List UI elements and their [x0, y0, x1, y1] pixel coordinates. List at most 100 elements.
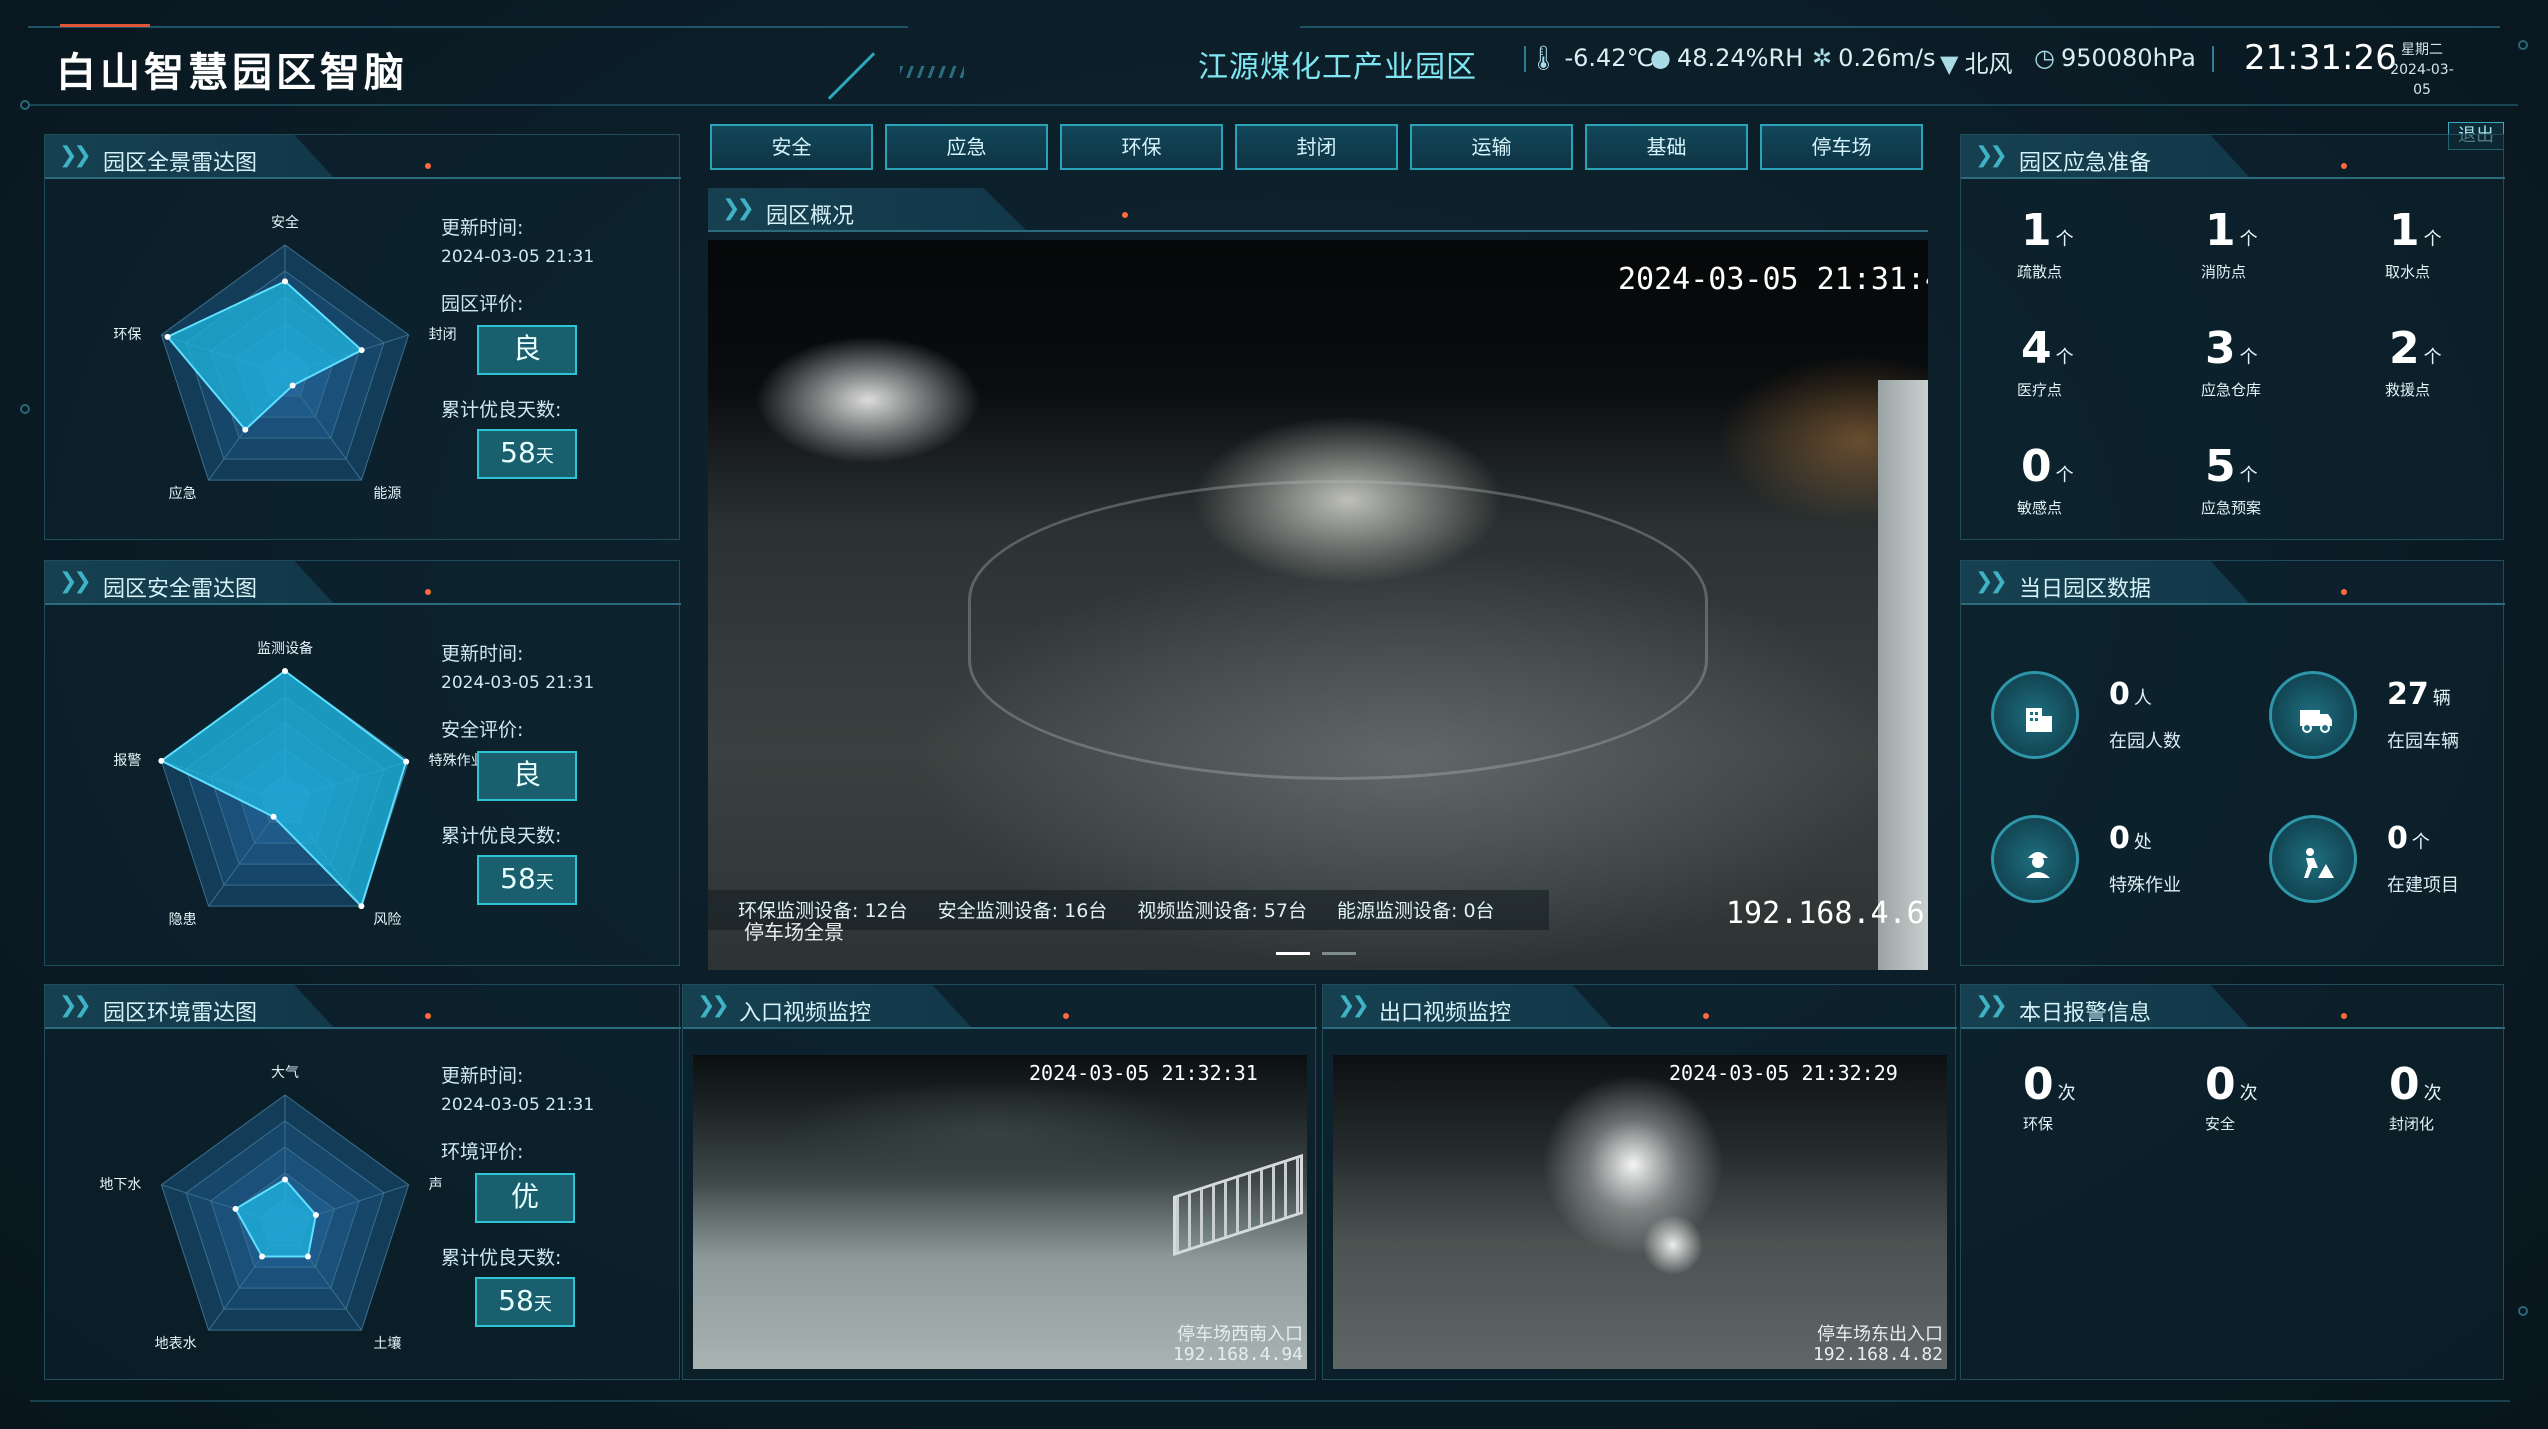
- radar-point: [158, 757, 165, 764]
- count-unit: 次: [2423, 1083, 2442, 1104]
- nav-button[interactable]: 应急: [885, 124, 1048, 170]
- nav-button[interactable]: 安全: [710, 124, 873, 170]
- gauge-icon: ◷: [2034, 44, 2055, 72]
- panel-entrance: ❯❯ 入口视频监控 2024-03-05 21:32:31 停车场西南入口 19…: [682, 984, 1317, 1380]
- rating-badge: 优: [475, 1173, 575, 1223]
- emergency-label: 医疗点: [2017, 381, 2063, 399]
- camera-caption: 停车场东出入口 192.168.4.82: [1813, 1325, 1943, 1365]
- panel-safety-radar: ❯❯ 园区安全雷达图 监测设备 特殊作业 风险 隐患 报警 更新时间: 2024-03-…: [44, 560, 681, 966]
- safety-radar-chart: 监测设备特殊作业风险隐患报警: [113, 640, 484, 928]
- wind-arrow-icon: ▼: [1940, 50, 1959, 78]
- days-badge: 58天: [475, 1277, 575, 1327]
- emergency-label: 应急仓库: [2201, 381, 2262, 399]
- radar-point: [282, 278, 288, 285]
- rating-label: 环境评价:: [441, 1141, 524, 1163]
- frame-dot: [2518, 40, 2528, 50]
- gate-shape: [1173, 1153, 1303, 1257]
- chevron-double-icon: ❯❯: [59, 143, 92, 168]
- alarm-label: 封闭化: [2389, 1115, 2435, 1133]
- park-name[interactable]: 江源煤化工产业园区: [1198, 42, 1477, 86]
- days-unit: 天: [533, 1294, 552, 1315]
- radar-point: [259, 1253, 266, 1260]
- exit-camera[interactable]: 2024-03-05 21:32:29 停车场东出入口 192.168.4.82: [1333, 1055, 1947, 1369]
- date: 2024-03-05: [2390, 62, 2454, 98]
- count-value: 0: [2021, 441, 2052, 492]
- temperature-readout: 🌡 -6.42℃: [1528, 44, 1654, 72]
- rating-label: 安全评价:: [441, 719, 524, 741]
- nav-button[interactable]: 封闭: [1235, 124, 1398, 170]
- radar-point: [358, 903, 365, 910]
- emergency-label: 救援点: [2385, 381, 2431, 399]
- radar-point: [403, 758, 410, 765]
- pager-dot[interactable]: [1322, 952, 1356, 955]
- nav-button[interactable]: 停车场: [1760, 124, 1923, 170]
- daily-count[interactable]: 0人: [2109, 677, 2152, 712]
- radar-axis-label: 声: [429, 1177, 443, 1193]
- overview-title: ❯❯ 园区概况: [708, 188, 1928, 232]
- daily-label: 在园人数: [2109, 731, 2181, 752]
- chevron-double-icon: ❯❯: [59, 569, 92, 594]
- pressure-value: 950080hPa: [2060, 44, 2196, 72]
- radar-axis-label: 环保: [113, 327, 141, 343]
- emergency-count[interactable]: 3个: [2205, 323, 2258, 374]
- emergency-count[interactable]: 1个: [2389, 205, 2442, 256]
- daily-label: 特殊作业: [2109, 875, 2181, 896]
- alarm-label: 环保: [2023, 1115, 2054, 1133]
- radar-point: [282, 1176, 288, 1183]
- radar-axis-label: 大气: [271, 1065, 299, 1081]
- date-block: 星期二 2024-03-05: [2384, 40, 2460, 100]
- emergency-count[interactable]: 0个: [2021, 441, 2074, 492]
- chevron-double-icon: ❯❯: [1975, 993, 2008, 1018]
- count-value: 0: [2387, 821, 2408, 856]
- rating-badge: 良: [477, 751, 577, 801]
- daily-count[interactable]: 0个: [2387, 821, 2430, 856]
- emergency-count[interactable]: 2个: [2389, 323, 2442, 374]
- emergency-count[interactable]: 1个: [2021, 205, 2074, 256]
- camera-caption: 停车场西南入口 192.168.4.94: [1173, 1325, 1303, 1365]
- daily-label: 在建项目: [2387, 875, 2459, 896]
- panel-title-text: 出口视频监控: [1379, 1001, 1512, 1026]
- panel-title: ❯❯ 园区应急准备: [1961, 135, 2505, 179]
- emergency-count[interactable]: 1个: [2205, 205, 2258, 256]
- panel-title: ❯❯ 入口视频监控: [683, 985, 1317, 1029]
- count-value: 5: [2205, 441, 2236, 492]
- overview-camera[interactable]: 2024-03-05 21:31:47 环保监测设备: 12台 安全监测设备: …: [708, 240, 1928, 970]
- count-value: 1: [2021, 205, 2052, 256]
- panel-title-text: 入口视频监控: [739, 1001, 872, 1026]
- count-value: 0: [2205, 1059, 2236, 1110]
- device-stat: 安全监测设备: 16台: [937, 900, 1108, 922]
- update-value: 2024-03-05 21:31: [441, 1095, 595, 1115]
- nav-button[interactable]: 运输: [1410, 124, 1573, 170]
- alarm-count[interactable]: 0次: [2023, 1059, 2076, 1110]
- daily-count[interactable]: 27 辆: [2387, 677, 2451, 712]
- emergency-count[interactable]: 4个: [2021, 323, 2074, 374]
- nav-button[interactable]: 环保: [1060, 124, 1223, 170]
- truck-icon: [2269, 671, 2357, 759]
- emergency-count[interactable]: 5个: [2205, 441, 2258, 492]
- days-unit: 天: [535, 446, 554, 467]
- wind-dir-value: 北风: [1964, 50, 2013, 78]
- count-unit: 个: [2423, 347, 2442, 368]
- radar-axis-label: 监测设备: [257, 640, 313, 657]
- alarm-count[interactable]: 0次: [2389, 1059, 2442, 1110]
- nav-button[interactable]: 基础: [1585, 124, 1748, 170]
- panel-title-text: 园区概况: [766, 204, 855, 229]
- alarm-count[interactable]: 0次: [2205, 1059, 2258, 1110]
- chevron-double-icon: ❯❯: [722, 196, 755, 221]
- camera-timestamp: 2024-03-05 21:32:29: [1669, 1061, 1898, 1085]
- entrance-camera[interactable]: 2024-03-05 21:32:31 停车场西南入口 192.168.4.94: [693, 1055, 1307, 1369]
- panel-title-text: 园区全景雷达图: [103, 151, 258, 176]
- count-value: 0: [2109, 821, 2130, 856]
- daily-count[interactable]: 0处: [2109, 821, 2152, 856]
- panel-exit: ❯❯ 出口视频监控 2024-03-05 21:32:29 停车场东出入口 19…: [1322, 984, 1957, 1380]
- panel-alarms: ❯❯ 本日报警信息 0 次环保 0 次安全 0 次封闭化: [1960, 984, 2505, 1380]
- radar-axis-label: 隐患: [169, 912, 197, 928]
- footer-line: [30, 1400, 2510, 1402]
- overall-radar-chart: 安全封闭能源 应急 环保: [113, 214, 456, 502]
- count-value: 4: [2021, 323, 2052, 374]
- radar-axis-label: 地下水: [99, 1177, 141, 1193]
- pager-dot-active[interactable]: [1276, 952, 1310, 955]
- chevron-double-icon: ❯❯: [697, 993, 730, 1018]
- count-unit: 个: [2055, 229, 2074, 250]
- header-accent: [60, 24, 150, 27]
